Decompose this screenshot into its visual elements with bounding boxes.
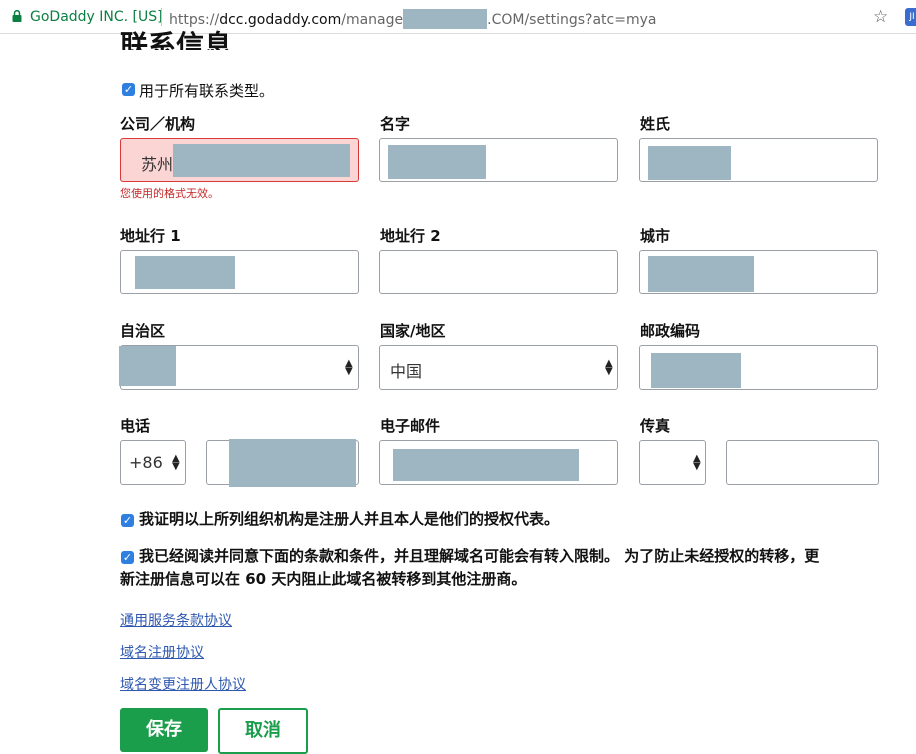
page-heading: 联系信息	[120, 29, 233, 50]
address1-input[interactable]	[120, 250, 359, 294]
cancel-button[interactable]: 取消	[218, 708, 308, 754]
redacted-block	[173, 144, 350, 177]
last-name-label: 姓氏	[640, 115, 671, 133]
email-input[interactable]	[379, 440, 618, 485]
address2-label: 地址行 2	[380, 227, 441, 245]
country-label: 国家/地区	[380, 322, 446, 340]
redacted-block	[119, 346, 176, 386]
use-all-checkbox[interactable]: ✓	[122, 83, 135, 96]
select-arrows-icon: ▲ ▼	[693, 453, 701, 472]
url-suffix: .COM/settings?atc=mya	[487, 12, 657, 28]
redacted-block	[651, 353, 741, 388]
fax-label: 传真	[640, 417, 671, 435]
phone-code-value: +86	[129, 453, 163, 472]
fax-input[interactable]	[726, 440, 879, 485]
postal-label: 邮政编码	[640, 322, 701, 340]
city-input[interactable]	[639, 250, 878, 294]
phone-country-code-select[interactable]: +86 ▲ ▼	[120, 440, 186, 485]
country-value: 中国	[390, 362, 423, 381]
certify-text: 我证明以上所列组织机构是注册人并且本人是他们的授权代表。	[139, 510, 560, 528]
extension-icon[interactable]: JI	[905, 8, 916, 26]
company-value: 苏州	[141, 155, 174, 174]
general-terms-link[interactable]: 通用服务条款协议	[120, 610, 232, 630]
redacted-block	[393, 449, 579, 481]
company-label: 公司／机构	[120, 115, 196, 133]
certify-checkbox[interactable]: ✓	[121, 514, 134, 527]
redacted-block	[135, 256, 235, 289]
registrant-change-agreement-link[interactable]: 域名变更注册人协议	[120, 674, 246, 694]
phone-input[interactable]	[206, 439, 359, 487]
city-label: 城市	[640, 227, 671, 245]
url-host: dcc.godaddy.com	[219, 12, 342, 28]
bookmark-star-icon[interactable]: ☆	[873, 7, 888, 27]
url-text[interactable]: https://dcc.godaddy.com/manage .COM/setti…	[169, 9, 656, 29]
redacted-block	[648, 256, 754, 292]
select-arrows-icon: ▲ ▼	[345, 358, 353, 377]
redacted-block	[229, 439, 356, 487]
state-select[interactable]: ▲ ▼	[119, 345, 359, 390]
redacted-block	[648, 146, 731, 180]
country-select[interactable]: 中国 ▲ ▼	[379, 345, 618, 390]
domain-registration-agreement-link[interactable]: 域名注册协议	[120, 642, 204, 662]
email-label: 电子邮件	[380, 417, 441, 435]
agree-line-2: 新注册信息可以在 60 天内阻止此域名被转移到其他注册商。	[120, 570, 527, 588]
company-error-message: 您使用的格式无效。	[120, 187, 219, 200]
fax-country-code-select[interactable]: ▲ ▼	[639, 440, 706, 485]
agree-line-1: 我已经阅读并同意下面的条款和条件，并且理解域名可能会有转入限制。 为了防止未经授…	[139, 547, 820, 565]
lock-icon	[12, 10, 22, 22]
last-name-input[interactable]	[639, 138, 878, 182]
state-label: 自治区	[120, 322, 166, 340]
phone-label: 电话	[120, 417, 151, 435]
company-input[interactable]: 苏州	[120, 138, 359, 182]
agree-terms-text-cont: 新注册信息可以在 60 天内阻止此域名被转移到其他注册商。	[120, 567, 880, 591]
agree-terms-text: 我已经阅读并同意下面的条款和条件，并且理解域名可能会有转入限制。 为了防止未经授…	[139, 544, 879, 568]
first-name-label: 名字	[380, 115, 411, 133]
address2-input[interactable]	[379, 250, 618, 294]
postal-input[interactable]	[639, 345, 878, 390]
url-path: /manage	[341, 12, 404, 28]
select-arrows-icon: ▲ ▼	[172, 453, 180, 472]
redacted-block	[403, 9, 488, 29]
first-name-input[interactable]	[379, 138, 618, 182]
redacted-block	[388, 145, 486, 179]
use-all-label: 用于所有联系类型。	[139, 82, 275, 100]
save-button[interactable]: 保存	[120, 708, 208, 752]
select-arrows-icon: ▲ ▼	[605, 358, 613, 377]
address1-label: 地址行 1	[120, 227, 181, 245]
agree-terms-checkbox[interactable]: ✓	[121, 551, 134, 564]
